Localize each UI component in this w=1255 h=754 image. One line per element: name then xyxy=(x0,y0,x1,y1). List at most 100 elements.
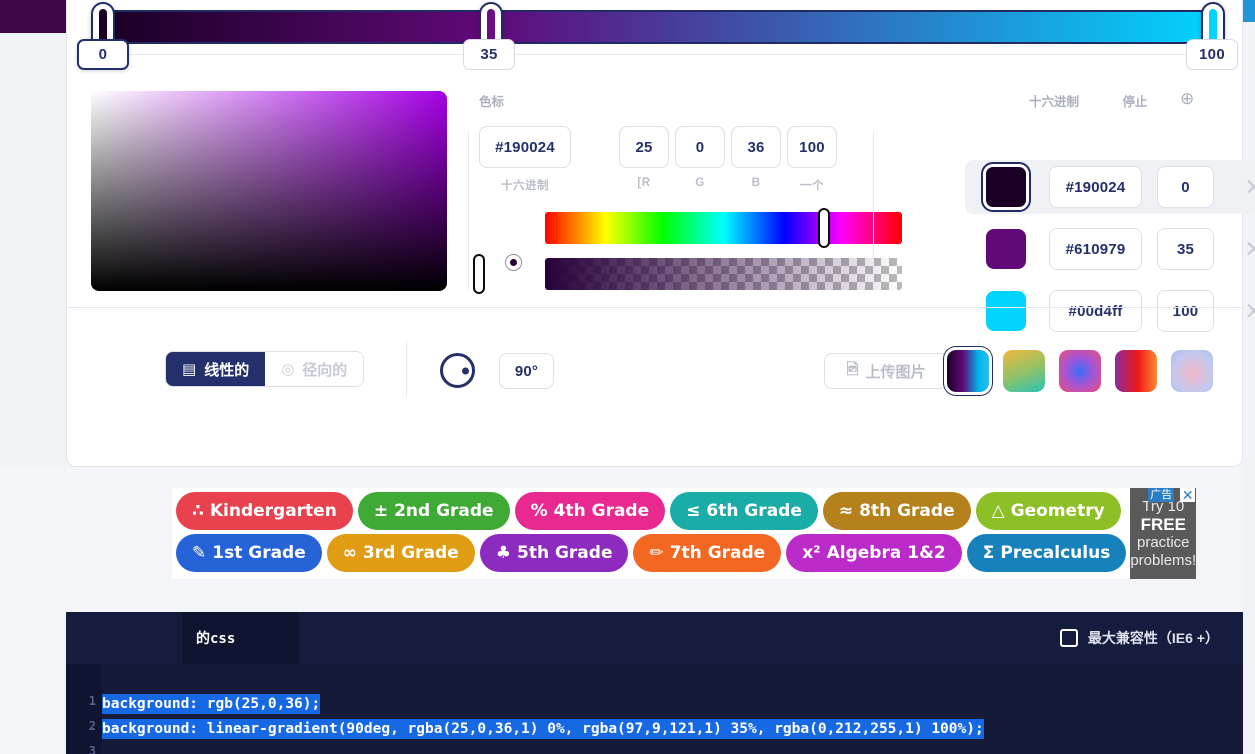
b-input-label: B xyxy=(751,177,761,189)
code-line-1[interactable]: background: rgb(25,0,36); xyxy=(102,691,321,716)
code-line-2-text: background: linear-gradient(90deg, rgba(… xyxy=(102,718,984,739)
checkbox-unchecked-icon[interactable] xyxy=(1059,629,1078,647)
r-input-label: [R xyxy=(637,177,651,189)
subject-label: 3rd Grade xyxy=(362,543,459,563)
ad-subject-r2-0[interactable]: ✎ 1st Grade xyxy=(176,534,322,572)
angle-input[interactable]: 90° xyxy=(499,353,554,389)
gradient-type-toggle[interactable]: ▤ 线性的 ◎ 径向的 xyxy=(165,351,365,387)
gradient-preview-bar[interactable] xyxy=(103,10,1213,44)
linear-gradient-icon: ▤ xyxy=(182,361,197,378)
radial-label: 径向的 xyxy=(302,361,348,379)
subject-glyph-icon: ∞ xyxy=(342,543,357,563)
stop-row-1[interactable]: #610979 35 ✕ xyxy=(965,222,1255,276)
preset-radial-blue[interactable] xyxy=(1059,350,1101,392)
ad-subject-row-2: ✎ 1st Grade ∞ 3rd Grade ♣ 5th Grade ✏ 7th Grade… xyxy=(176,534,1127,572)
hex-input[interactable]: #190024 xyxy=(479,126,571,168)
line-number-3: 3 xyxy=(88,744,96,754)
angle-dial-handle[interactable] xyxy=(462,367,469,374)
ad-subject-r1-4[interactable]: ≈8th Grade xyxy=(822,492,971,530)
ad-subject-row-1: ∴ Kindergarten ±2nd Grade% 4th Grade ≤6th Gr… xyxy=(176,492,1126,530)
stop-position-input-0[interactable]: 0 xyxy=(1157,166,1214,208)
ad-subject-r2-4[interactable]: x² Algebra 1&2 xyxy=(786,534,962,572)
stop-value-pill-2[interactable]: 100 xyxy=(1186,39,1238,70)
ad-subject-r1-0[interactable]: ∴ Kindergarten xyxy=(176,492,353,530)
ad-subject-r2-5[interactable]: Σ Precalculus xyxy=(966,534,1127,572)
scrollbar-thumb[interactable] xyxy=(1243,0,1255,22)
code-line-2[interactable]: background: linear-gradient(90deg, rgba(… xyxy=(102,716,984,741)
subject-glyph-icon: x² xyxy=(802,543,821,563)
stop-value-pill-1[interactable]: 35 xyxy=(463,39,515,70)
ad-call-to-action[interactable]: 广告 ✕ Try 10 FREE practice problems! xyxy=(1130,488,1197,579)
subject-label: Kindergarten xyxy=(209,501,337,521)
stop-value-pill-0[interactable]: 0 xyxy=(77,39,129,70)
code-gutter xyxy=(66,664,102,754)
css-code-area[interactable]: 1 2 3 background: rgb(25,0,36); backgrou… xyxy=(66,664,1243,754)
ad-label-badge[interactable]: 广告 xyxy=(1148,488,1175,502)
sv-picker-cursor[interactable] xyxy=(506,255,521,270)
alpha-input[interactable]: 100 xyxy=(787,126,837,168)
remove-stop-icon-0[interactable]: ✕ xyxy=(1239,172,1255,202)
subject-glyph-icon: ∴ xyxy=(192,501,204,521)
remove-stop-icon-1[interactable]: ✕ xyxy=(1239,234,1255,264)
subject-glyph-icon: ✏ xyxy=(649,543,664,563)
subject-label: 8th Grade xyxy=(859,501,955,521)
radial-gradient-icon: ◎ xyxy=(281,361,295,378)
subject-label: 6th Grade xyxy=(706,501,802,521)
gradient-type-linear-button[interactable]: ▤ 线性的 xyxy=(166,352,266,386)
g-input-label: G xyxy=(695,177,705,189)
gradient-type-radial-button[interactable]: ◎ 径向的 xyxy=(265,352,364,386)
ad-subject-r2-2[interactable]: ♣ 5th Grade xyxy=(479,534,629,572)
ad-subject-r2-1[interactable]: ∞ 3rd Grade xyxy=(326,534,475,572)
add-stop-icon[interactable]: ⊕ xyxy=(1180,89,1194,109)
subject-label: Precalculus xyxy=(1000,543,1111,563)
alpha-slider-thumb[interactable] xyxy=(473,254,485,294)
page-gradient-backdrop xyxy=(0,0,66,33)
ad-close-icon[interactable]: ✕ xyxy=(1180,488,1196,502)
stop-row-0[interactable]: #190024 0 ✕ xyxy=(965,160,1255,214)
subject-glyph-icon: ≤ xyxy=(686,501,701,521)
subject-glyph-icon: ± xyxy=(373,501,389,521)
upload-image-label: 上传图片 xyxy=(865,363,926,381)
preset-soft-pastel[interactable] xyxy=(1171,350,1213,392)
subject-glyph-icon: ✎ xyxy=(192,543,207,563)
advertisement-banner[interactable]: IXL Math Practice ∴Kindergarten±2nd Grad… xyxy=(172,488,1197,579)
stop-position-input-1[interactable]: 35 xyxy=(1157,228,1214,270)
angle-dial[interactable] xyxy=(440,353,475,388)
subject-label: 4th Grade xyxy=(553,501,650,521)
divider-stops xyxy=(873,131,874,291)
b-input[interactable]: 36 xyxy=(731,126,781,168)
g-input[interactable]: 0 xyxy=(675,126,725,168)
stop-swatch-1[interactable] xyxy=(986,229,1026,269)
upload-image-button[interactable]: 🖻 上传图片 xyxy=(824,353,948,389)
subject-glyph-icon: ♣ xyxy=(495,543,511,563)
hue-slider-thumb[interactable] xyxy=(818,208,830,248)
subject-glyph-icon: % xyxy=(530,501,548,521)
alpha-slider[interactable] xyxy=(545,258,902,290)
tab-css[interactable]: 的css xyxy=(182,612,299,664)
ad-subject-r1-1[interactable]: ±2nd Grade xyxy=(357,492,510,530)
ad-subject-r1-2[interactable]: % 4th Grade xyxy=(514,492,666,530)
line-number-2: 2 xyxy=(88,719,96,733)
divider-toolbar-1 xyxy=(406,341,407,397)
preset-purple-cyan[interactable] xyxy=(944,347,992,395)
stop-hex-input-1[interactable]: #610979 xyxy=(1049,228,1142,270)
stop-swatch-0[interactable] xyxy=(983,164,1029,210)
ad-subject-r1-3[interactable]: ≤6th Grade xyxy=(670,492,818,530)
subject-glyph-icon: ≈ xyxy=(838,501,854,521)
linear-label: 线性的 xyxy=(204,361,250,379)
ad-cta-line2: FREE xyxy=(1140,514,1186,534)
hue-slider[interactable] xyxy=(545,212,902,244)
gradient-slider[interactable] xyxy=(91,2,1225,52)
preset-gold-teal[interactable] xyxy=(1003,350,1045,392)
max-compatibility-toggle[interactable]: 最大兼容性（IE6 +） xyxy=(1059,612,1219,664)
ad-cta-line3: practice xyxy=(1137,533,1190,551)
ad-subject-r2-3[interactable]: ✏ 7th Grade xyxy=(633,534,782,572)
ad-subject-r1-5[interactable]: △ Geometry xyxy=(975,492,1121,530)
subject-label: Algebra 1&2 xyxy=(826,543,946,563)
r-input[interactable]: 25 xyxy=(619,126,669,168)
saturation-value-picker[interactable] xyxy=(91,91,447,291)
preset-red-orange[interactable] xyxy=(1115,350,1157,392)
page-background-right xyxy=(1243,0,1255,754)
stop-hex-input-0[interactable]: #190024 xyxy=(1049,166,1142,208)
gradient-editor-card: 0 35 100 色标 #190024 十六进制 25 [R 0 G 36 B … xyxy=(66,0,1255,467)
